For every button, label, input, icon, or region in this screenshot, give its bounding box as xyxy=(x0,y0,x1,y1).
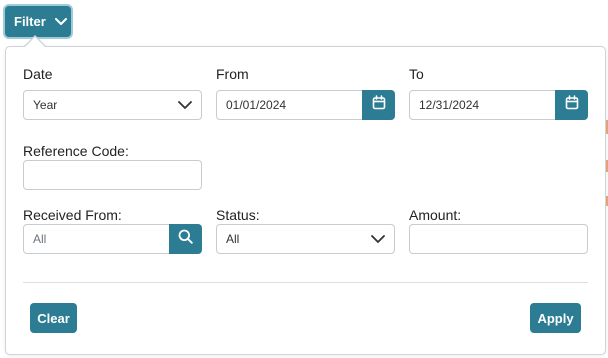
from-date-input[interactable]: 01/01/2024 xyxy=(216,90,363,120)
date-select[interactable]: Year xyxy=(23,90,202,120)
calendar-icon xyxy=(565,95,579,115)
amount-label: Amount: xyxy=(409,207,462,223)
chevron-down-icon xyxy=(371,233,385,247)
reference-code-label: Reference Code: xyxy=(23,143,129,159)
search-icon xyxy=(178,229,193,249)
panel-divider xyxy=(23,282,588,283)
clear-button-label: Clear xyxy=(37,310,70,326)
received-from-placeholder: All xyxy=(33,232,47,246)
date-label: Date xyxy=(23,66,53,82)
date-select-value: Year xyxy=(33,98,58,112)
clear-button[interactable]: Clear xyxy=(30,303,77,333)
apply-button[interactable]: Apply xyxy=(530,303,581,333)
received-from-search-button[interactable] xyxy=(169,224,202,254)
filter-toggle-label: Filter xyxy=(14,14,46,29)
from-label: From xyxy=(216,66,249,82)
status-select[interactable]: All xyxy=(216,224,395,254)
from-calendar-button[interactable] xyxy=(362,90,395,120)
status-label: Status: xyxy=(216,207,260,223)
calendar-icon xyxy=(372,95,386,115)
chevron-down-icon xyxy=(54,17,67,26)
to-date-input[interactable]: 12/31/2024 xyxy=(409,90,556,120)
to-date-value: 12/31/2024 xyxy=(419,98,480,112)
reference-code-input[interactable] xyxy=(23,160,202,190)
amount-input[interactable] xyxy=(409,224,588,254)
to-label: To xyxy=(409,66,424,82)
status-select-value: All xyxy=(226,232,240,246)
received-from-label: Received From: xyxy=(23,207,122,223)
from-date-value: 01/01/2024 xyxy=(226,98,287,112)
to-calendar-button[interactable] xyxy=(555,90,588,120)
chevron-down-icon xyxy=(178,99,192,113)
apply-button-label: Apply xyxy=(537,310,574,326)
filter-toggle-button[interactable]: Filter xyxy=(5,6,71,37)
received-from-input[interactable]: All xyxy=(23,224,170,254)
